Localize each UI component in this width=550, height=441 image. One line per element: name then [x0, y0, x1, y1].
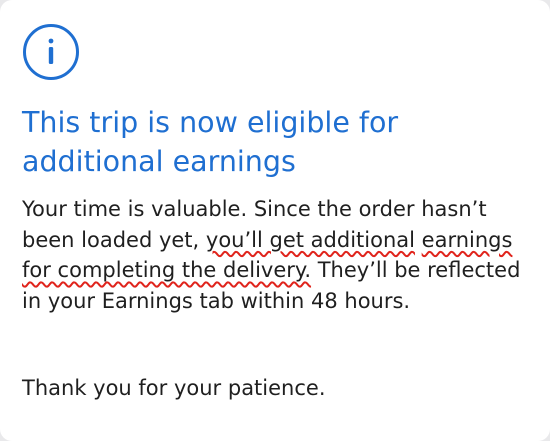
dialog-body: Your time is valuable. Since the order h…	[22, 194, 542, 316]
eligibility-dialog: This trip is now eligible for additional…	[0, 0, 550, 441]
highlighted-text-1: you’ll get additional	[205, 227, 415, 252]
dialog-title: This trip is now eligible for additional…	[22, 106, 399, 178]
thank-you-text: Thank you for your patience.	[22, 376, 326, 400]
info-icon	[22, 23, 80, 81]
